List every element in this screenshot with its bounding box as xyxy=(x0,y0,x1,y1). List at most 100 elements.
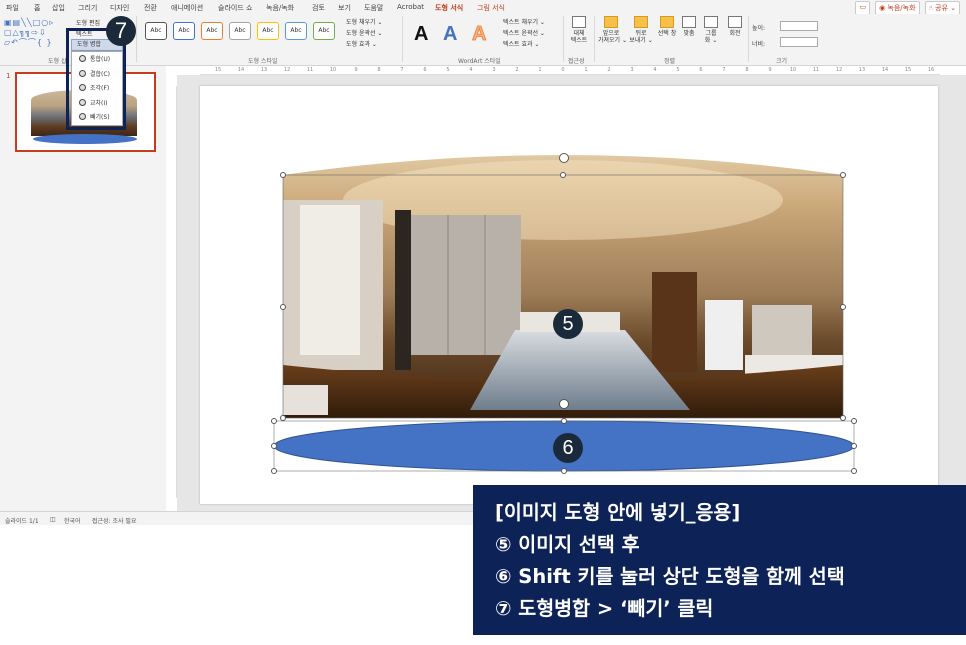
width-input[interactable] xyxy=(780,37,818,47)
share-button[interactable]: ☝ 공유 ⌄ xyxy=(924,1,960,15)
shapes-row-3-icon: ▱↶⌒⌒{ } xyxy=(4,38,53,47)
resize-handle[interactable] xyxy=(271,443,277,449)
group-separator xyxy=(748,16,749,62)
group-label-accessibility: 접근성 xyxy=(568,58,585,65)
text-outline-button[interactable]: 텍스트 윤곽선 ⌄ xyxy=(503,28,545,37)
tab-review[interactable]: 검토 xyxy=(312,3,325,13)
tab-transitions[interactable]: 전환 xyxy=(144,3,157,13)
horizontal-ruler: 1615141312111098765432101234567891011121… xyxy=(200,66,940,75)
ruler-tick: 2 xyxy=(607,67,611,73)
resize-handle[interactable] xyxy=(280,172,286,178)
language-indicator[interactable]: 한국어 xyxy=(64,516,81,525)
resize-handle[interactable] xyxy=(840,304,846,310)
record-button[interactable]: ◉ 녹음/녹화 xyxy=(875,1,920,15)
shape-style-2[interactable]: Abc xyxy=(173,22,195,40)
resize-handle[interactable] xyxy=(840,172,846,178)
text-effects-button[interactable]: 텍스트 효과 ⌄ xyxy=(503,39,539,48)
resize-handle[interactable] xyxy=(280,304,286,310)
text-fill-button[interactable]: 텍스트 채우기 ⌄ xyxy=(503,17,545,26)
tab-draw[interactable]: 그리기 xyxy=(78,3,97,13)
shape-style-6[interactable]: Abc xyxy=(285,22,307,40)
tab-file[interactable]: 파일 xyxy=(6,3,19,13)
ruler-tick: 15 xyxy=(904,67,912,73)
arrange-icon xyxy=(704,16,718,28)
resize-handle[interactable] xyxy=(280,415,286,421)
shape-fill-button[interactable]: 도형 채우기 ⌄ xyxy=(346,17,382,26)
shape-effects-button[interactable]: 도형 효과 ⌄ xyxy=(346,39,377,48)
group-separator xyxy=(136,16,137,62)
ruler-tick: 0 xyxy=(561,67,565,73)
ruler-tick: 1 xyxy=(538,67,542,73)
comments-button[interactable]: ▭ xyxy=(855,1,871,15)
tab-animations[interactable]: 애니메이션 xyxy=(171,3,203,13)
ruler-tick: 8 xyxy=(377,67,381,73)
step-badge-image: 5 xyxy=(553,309,583,339)
ruler-tick: 8 xyxy=(745,67,749,73)
tab-design[interactable]: 디자인 xyxy=(110,3,129,13)
alt-text-icon xyxy=(572,16,586,28)
arrange-button-1[interactable]: 앞으로 가져오기 ⌄ xyxy=(598,16,628,44)
height-input[interactable] xyxy=(780,21,818,31)
group-separator xyxy=(594,16,595,62)
arrange-button-2[interactable]: 뒤로 보내기 ⌄ xyxy=(628,16,654,44)
wordart-style-blue[interactable]: A xyxy=(443,23,457,46)
resize-handle[interactable] xyxy=(271,418,277,424)
rotate-handle-icon[interactable] xyxy=(559,399,569,409)
window-actions: ▭ ◉ 녹음/녹화 ☝ 공유 ⌄ xyxy=(855,1,960,15)
arrange-label: 그룹 화 ⌄ xyxy=(704,30,718,44)
ruler-tick: 14 xyxy=(881,67,889,73)
resize-handle[interactable] xyxy=(840,415,846,421)
tab-acrobat[interactable]: Acrobat xyxy=(397,3,424,11)
wordart-style-orange[interactable]: A xyxy=(472,23,487,46)
height-label: 높이: xyxy=(752,25,766,32)
shape-style-1[interactable]: Abc xyxy=(145,22,167,40)
resize-handle[interactable] xyxy=(851,418,857,424)
resize-handle[interactable] xyxy=(561,468,567,474)
ruler-tick: 9 xyxy=(354,67,358,73)
width-label: 너비: xyxy=(752,41,766,48)
ruler-tick: 13 xyxy=(858,67,866,73)
tab-shape-format[interactable]: 도형 서식 xyxy=(435,3,464,15)
edit-shape-button[interactable]: 도형 편집 xyxy=(76,18,100,27)
shape-style-7[interactable]: Abc xyxy=(313,22,335,40)
resize-handle[interactable] xyxy=(851,443,857,449)
rotate-handle-icon[interactable] xyxy=(559,153,569,163)
notes-icon[interactable]: ◫ xyxy=(50,516,56,523)
ruler-tick: 15 xyxy=(214,67,222,73)
ruler-tick: 16 xyxy=(927,67,935,73)
menu-bar: 파일 홈 삽입 그리기 디자인 전환 애니메이션 슬라이드 쇼 녹음/녹화 검토… xyxy=(0,0,966,15)
arrange-button-6[interactable]: 회전 xyxy=(722,16,748,37)
wordart-style-black[interactable]: A xyxy=(414,23,428,46)
shape-style-4[interactable]: Abc xyxy=(229,22,251,40)
ruler-tick: 7 xyxy=(400,67,404,73)
step-badge-merge: 7 xyxy=(106,16,136,46)
arrange-icon xyxy=(660,16,674,28)
shape-style-3[interactable]: Abc xyxy=(201,22,223,40)
tab-picture-format[interactable]: 그림 서식 xyxy=(477,3,505,13)
resize-handle[interactable] xyxy=(851,468,857,474)
arrange-label: 앞으로 가져오기 ⌄ xyxy=(598,30,628,44)
shape-gallery[interactable]: ▣▤╲╲□○▹ ▢△╗╗⇨⇩ ▱↶⌒⌒{ } xyxy=(4,18,66,50)
tab-recording[interactable]: 녹음/녹화 xyxy=(266,3,294,13)
ruler-tick: 11 xyxy=(812,67,820,73)
thumbnail-ellipse xyxy=(33,134,137,144)
shape-style-5[interactable]: Abc xyxy=(257,22,279,40)
tab-insert[interactable]: 삽입 xyxy=(52,3,65,13)
shape-outline-button[interactable]: 도형 윤곽선 ⌄ xyxy=(346,28,382,37)
tab-view[interactable]: 보기 xyxy=(338,3,351,13)
ruler-tick: 9 xyxy=(768,67,772,73)
tab-slideshow[interactable]: 슬라이드 쇼 xyxy=(218,3,252,13)
ruler-tick: 5 xyxy=(676,67,680,73)
resize-handle[interactable] xyxy=(561,418,567,424)
group-label-size: 크기 xyxy=(776,58,788,65)
resize-handle[interactable] xyxy=(560,172,566,178)
resize-handle[interactable] xyxy=(271,468,277,474)
accessibility-status[interactable]: 접근성: 조사 필요 xyxy=(92,516,136,525)
tab-home[interactable]: 홈 xyxy=(34,3,40,13)
arrange-button-5[interactable]: 그룹 화 ⌄ xyxy=(698,16,724,44)
ruler-tick: 4 xyxy=(469,67,473,73)
alt-text-button[interactable]: 대체 텍스트 xyxy=(565,16,593,44)
tab-help[interactable]: 도움말 xyxy=(364,3,383,13)
arrange-label: 뒤로 보내기 ⌄ xyxy=(629,30,653,44)
vertical-ruler xyxy=(168,86,177,498)
